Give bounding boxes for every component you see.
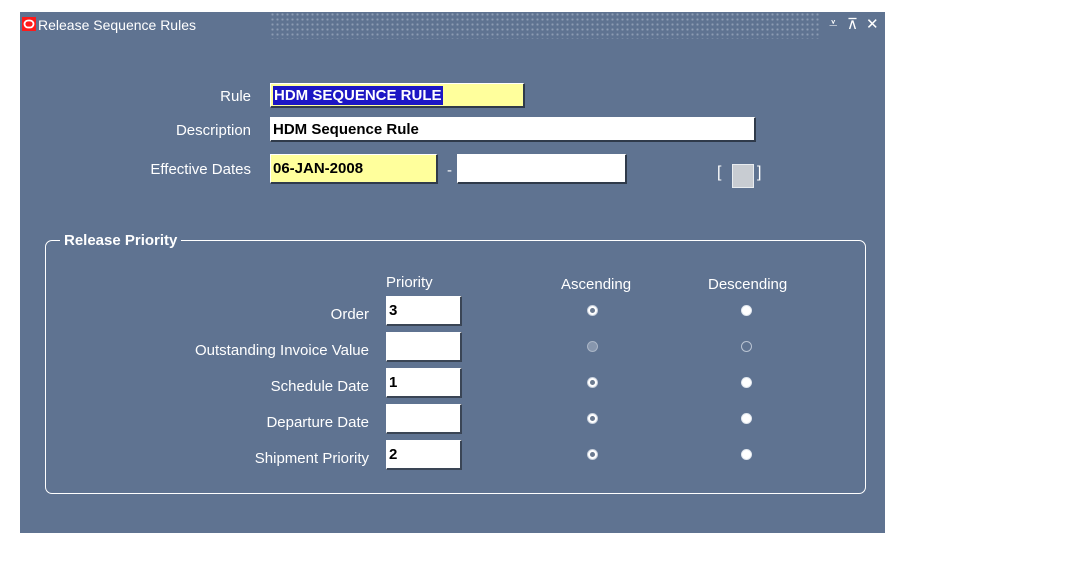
title-bar[interactable]: Release Sequence Rules ⩡ ⊼ ✕ <box>20 12 885 39</box>
rule-label: Rule <box>220 88 251 105</box>
schedule-date-label: Schedule Date <box>270 378 369 395</box>
date-separator: - <box>447 162 452 179</box>
effective-date-from-value: 06-JAN-2008 <box>273 160 364 177</box>
description-label: Description <box>175 122 251 139</box>
outstanding-invoice-value-label: Outstanding Invoice Value <box>194 342 369 359</box>
descriptive-flexfield-open-bracket: [ <box>717 164 722 181</box>
departure-date-label: Departure Date <box>266 414 369 431</box>
descriptive-flexfield-close-bracket: ] <box>757 164 762 181</box>
release-sequence-rules-window: Release Sequence Rules ⩡ ⊼ ✕ Rule HDM SE… <box>20 12 885 533</box>
schedule-date-priority-value: 1 <box>389 374 398 391</box>
description-value: HDM Sequence Rule <box>273 121 419 138</box>
maximize-icon[interactable]: ⊼ <box>847 15 858 33</box>
shipment-priority-ascending-radio[interactable] <box>587 449 598 460</box>
outstanding-invoice-value-ascending-radio <box>587 341 598 352</box>
minimize-icon[interactable]: ⩡ <box>829 15 837 32</box>
order-priority-value: 3 <box>389 302 398 319</box>
effective-dates-label: Effective Dates <box>150 161 251 178</box>
departure-date-ascending-radio[interactable] <box>587 413 598 424</box>
order-descending-radio[interactable] <box>741 305 752 316</box>
shipment-priority-label: Shipment Priority <box>254 450 369 467</box>
priority-column-header: Priority <box>386 274 433 291</box>
outstanding-invoice-value-priority-field[interactable] <box>386 332 462 362</box>
effective-date-from-field[interactable]: 06-JAN-2008 <box>270 154 438 184</box>
shipment-priority-priority-value: 2 <box>389 446 398 463</box>
descriptive-flexfield[interactable] <box>732 164 754 188</box>
window-title: Release Sequence Rules <box>38 17 196 33</box>
shipment-priority-priority-field[interactable]: 2 <box>386 440 462 470</box>
order-ascending-radio[interactable] <box>587 305 598 316</box>
close-icon[interactable]: ✕ <box>866 15 879 33</box>
descending-column-header: Descending <box>708 276 788 293</box>
shipment-priority-descending-radio[interactable] <box>741 449 752 460</box>
departure-date-descending-radio[interactable] <box>741 413 752 424</box>
release-priority-title: Release Priority <box>60 232 182 249</box>
rule-field[interactable]: HDM SEQUENCE RULE <box>270 83 525 108</box>
schedule-date-priority-field[interactable]: 1 <box>386 368 462 398</box>
order-priority-field[interactable]: 3 <box>386 296 462 326</box>
effective-date-to-field[interactable] <box>457 154 627 184</box>
order-label: Order <box>330 306 369 323</box>
oracle-logo-icon <box>22 17 36 31</box>
outstanding-invoice-value-descending-radio <box>741 341 752 352</box>
description-field[interactable]: HDM Sequence Rule <box>270 117 756 142</box>
schedule-date-descending-radio[interactable] <box>741 377 752 388</box>
ascending-column-header: Ascending <box>561 276 632 293</box>
rule-value: HDM SEQUENCE RULE <box>273 86 443 105</box>
departure-date-priority-field[interactable] <box>386 404 462 434</box>
schedule-date-ascending-radio[interactable] <box>587 377 598 388</box>
